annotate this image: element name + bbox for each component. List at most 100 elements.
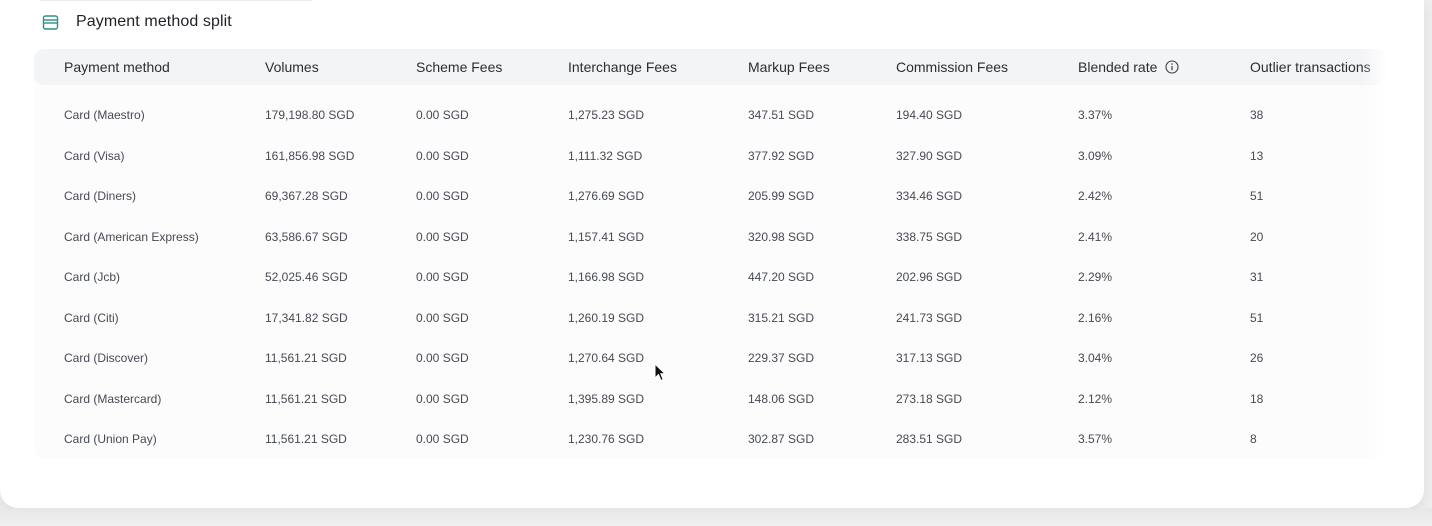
cell-volumes: 69,367.28 SGD — [265, 189, 348, 203]
cell-markup-fees: 315.21 SGD — [748, 310, 815, 325]
column-header-payment-method[interactable]: Payment method — [64, 49, 170, 85]
payment-method-split-card: Payment method split Payment method Volu… — [0, 0, 1424, 508]
column-header-blended-rate-label: Blended rate — [1078, 59, 1158, 75]
cell-markup-fees: 302.87 SGD — [748, 432, 815, 446]
scroll-fade — [1362, 49, 1386, 458]
cell-volumes: 11,561.21 SGD — [265, 432, 347, 446]
cell-outlier-transactions: 13 — [1250, 148, 1264, 163]
cell-markup-fees: 347.51 SGD — [748, 108, 815, 122]
background-strip — [0, 508, 1432, 526]
table-header: Payment method Volumes Scheme Fees Inter… — [34, 49, 1386, 85]
table-row[interactable]: Card (Maestro) 179,198.80 SGD 0.00 SGD 1,27… — [34, 95, 1386, 135]
cell-scheme-fees: 0.00 SGD — [416, 189, 469, 203]
cell-blended-rate: 2.12% — [1078, 391, 1113, 406]
cell-markup-fees: 148.06 SGD — [748, 391, 815, 406]
cell-interchange-fees: 1,157.41 SGD — [568, 229, 645, 244]
cell-scheme-fees: 0.00 SGD — [416, 229, 469, 244]
table-row[interactable]: Card (Discover) 11,561.21 SGD 0.00 SGD 1,27… — [34, 338, 1386, 378]
cell-interchange-fees: 1,395.89 SGD — [568, 391, 645, 406]
cell-markup-fees: 377.92 SGD — [748, 148, 815, 163]
cell-payment-method: Card (Mastercard) — [64, 391, 162, 406]
table-row[interactable]: Card (Citi) 17,341.82 SGD 0.00 SGD 1,260.19… — [34, 298, 1386, 338]
cell-interchange-fees: 1,260.19 SGD — [568, 310, 645, 325]
cell-blended-rate: 3.37% — [1078, 108, 1113, 122]
cell-commission-fees: 327.90 SGD — [896, 148, 963, 163]
info-icon[interactable] — [1165, 51, 1179, 74]
cell-scheme-fees: 0.00 SGD — [416, 432, 469, 446]
column-header-interchange-fees[interactable]: Interchange Fees — [568, 49, 677, 85]
table-row[interactable]: Card (Visa) 161,856.98 SGD 0.00 SGD 1,111.3… — [34, 136, 1386, 176]
cell-interchange-fees: 1,230.76 SGD — [568, 432, 645, 446]
cell-commission-fees: 283.51 SGD — [896, 432, 963, 446]
cell-outlier-transactions: 20 — [1250, 229, 1264, 244]
cell-volumes: 179,198.80 SGD — [265, 108, 355, 122]
mouse-cursor-icon — [654, 363, 666, 382]
cell-volumes: 11,561.21 SGD — [265, 351, 347, 365]
cell-payment-method: Card (Maestro) — [64, 108, 145, 122]
top-divider — [40, 0, 312, 1]
cell-markup-fees: 320.98 SGD — [748, 229, 815, 244]
cell-blended-rate: 2.16% — [1078, 310, 1113, 325]
cell-interchange-fees: 1,166.98 SGD — [568, 270, 645, 284]
cell-payment-method: Card (Discover) — [64, 351, 149, 365]
table-row[interactable]: Card (Mastercard) 11,561.21 SGD 0.00 SGD 1,… — [34, 379, 1386, 419]
cell-blended-rate: 2.42% — [1078, 189, 1113, 203]
cell-payment-method: Card (American Express) — [64, 229, 199, 244]
table-row[interactable]: Card (Union Pay) 11,561.21 SGD 0.00 SGD 1,2… — [34, 419, 1386, 458]
column-header-markup-fees[interactable]: Markup Fees — [748, 49, 830, 85]
cell-payment-method: Card (Jcb) — [64, 270, 121, 284]
cell-blended-rate: 3.04% — [1078, 351, 1113, 365]
cell-blended-rate: 3.57% — [1078, 432, 1113, 446]
cell-commission-fees: 194.40 SGD — [896, 108, 963, 122]
cell-interchange-fees: 1,276.69 SGD — [568, 189, 645, 203]
cell-commission-fees: 317.13 SGD — [896, 351, 963, 365]
cell-blended-rate: 2.41% — [1078, 229, 1113, 244]
cell-scheme-fees: 0.00 SGD — [416, 270, 469, 284]
column-header-blended-rate[interactable]: Blended rate — [1078, 49, 1179, 85]
cell-markup-fees: 447.20 SGD — [748, 270, 815, 284]
cell-outlier-transactions: 18 — [1250, 391, 1264, 406]
cell-interchange-fees: 1,111.32 SGD — [568, 148, 643, 163]
cell-outlier-transactions: 51 — [1250, 310, 1264, 325]
column-header-commission-fees[interactable]: Commission Fees — [896, 49, 1008, 85]
payment-method-table: Payment method Volumes Scheme Fees Inter… — [34, 49, 1386, 458]
cell-markup-fees: 229.37 SGD — [748, 351, 815, 365]
cell-scheme-fees: 0.00 SGD — [416, 108, 469, 122]
cell-scheme-fees: 0.00 SGD — [416, 351, 469, 365]
cell-outlier-transactions: 31 — [1250, 270, 1264, 284]
column-header-outlier-transactions[interactable]: Outlier transactions — [1250, 49, 1371, 85]
cell-scheme-fees: 0.00 SGD — [416, 391, 469, 406]
card-stack-icon — [42, 14, 59, 31]
cell-volumes: 52,025.46 SGD — [265, 270, 348, 284]
cell-payment-method: Card (Visa) — [64, 148, 125, 163]
cell-blended-rate: 2.29% — [1078, 270, 1113, 284]
cell-volumes: 17,341.82 SGD — [265, 310, 348, 325]
cell-commission-fees: 334.46 SGD — [896, 189, 963, 203]
cell-volumes: 63,586.67 SGD — [265, 229, 348, 244]
cell-markup-fees: 205.99 SGD — [748, 189, 815, 203]
cell-payment-method: Card (Union Pay) — [64, 432, 157, 446]
cell-commission-fees: 338.75 SGD — [896, 229, 963, 244]
cell-commission-fees: 273.18 SGD — [896, 391, 963, 406]
cell-outlier-transactions: 8 — [1250, 432, 1257, 446]
table-row[interactable]: Card (Jcb) 52,025.46 SGD 0.00 SGD 1,166.98 … — [34, 257, 1386, 297]
card-header: Payment method split — [42, 10, 232, 34]
cell-blended-rate: 3.09% — [1078, 148, 1113, 163]
cell-payment-method: Card (Citi) — [64, 310, 119, 325]
cell-scheme-fees: 0.00 SGD — [416, 148, 469, 163]
cell-outlier-transactions: 38 — [1250, 108, 1264, 122]
cell-commission-fees: 202.96 SGD — [896, 270, 963, 284]
cell-volumes: 161,856.98 SGD — [265, 148, 355, 163]
cell-outlier-transactions: 51 — [1250, 189, 1264, 203]
column-header-scheme-fees[interactable]: Scheme Fees — [416, 49, 502, 85]
cell-interchange-fees: 1,275.23 SGD — [568, 108, 645, 122]
column-header-volumes[interactable]: Volumes — [265, 49, 319, 85]
table-row[interactable]: Card (Diners) 69,367.28 SGD 0.00 SGD 1,276.… — [34, 176, 1386, 216]
cell-volumes: 11,561.21 SGD — [265, 391, 347, 406]
cell-payment-method: Card (Diners) — [64, 189, 137, 203]
cell-commission-fees: 241.73 SGD — [896, 310, 963, 325]
table-row[interactable]: Card (American Express) 63,586.67 SGD 0.00… — [34, 217, 1386, 257]
cell-interchange-fees: 1,270.64 SGD — [568, 351, 645, 365]
cell-outlier-transactions: 26 — [1250, 351, 1264, 365]
cell-scheme-fees: 0.00 SGD — [416, 310, 469, 325]
